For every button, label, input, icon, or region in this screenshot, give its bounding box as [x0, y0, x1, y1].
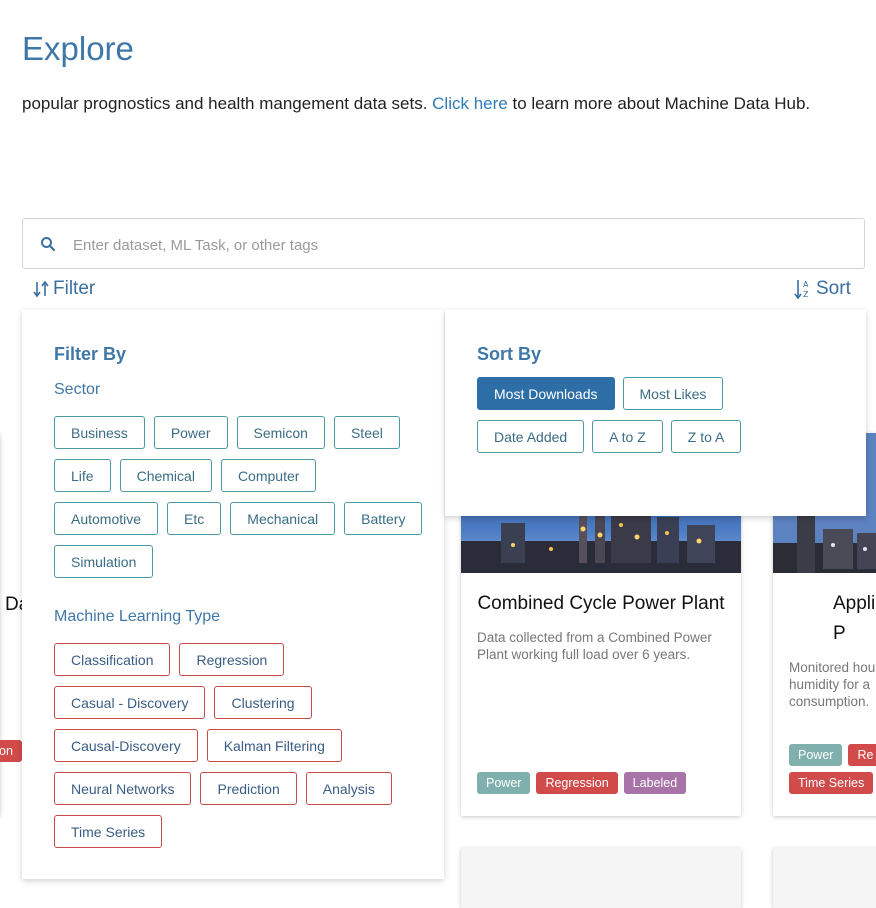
intro-text-start: popular prognostics and health mangement… — [22, 94, 433, 113]
sector-chip-business[interactable]: Business — [54, 416, 145, 449]
search-input[interactable] — [71, 229, 855, 261]
ml-chip-prediction[interactable]: Prediction — [200, 772, 297, 805]
sector-chip-group: Business Power Semicon Steel Life Chemic… — [54, 416, 424, 578]
intro-text-end: to learn more about Machine Data Hub. — [507, 94, 811, 113]
ml-chip-time-series[interactable]: Time Series — [54, 815, 163, 848]
svg-text:A: A — [803, 280, 809, 289]
filter-button[interactable]: Filter — [33, 278, 95, 300]
sector-chip-etc[interactable]: Etc — [167, 502, 222, 535]
sort-option-most-downloads[interactable]: Most Downloads — [477, 377, 615, 410]
sort-label: Sort — [816, 278, 851, 299]
search-icon — [41, 237, 56, 252]
card-tags: Power Re Time Series — [789, 744, 876, 794]
sort-option-most-likes[interactable]: Most Likes — [622, 377, 724, 410]
sort-option-a-to-z[interactable]: A to Z — [592, 420, 663, 453]
sector-chip-automotive[interactable]: Automotive — [54, 502, 159, 535]
ml-type-heading: Machine Learning Type — [54, 608, 221, 625]
card-tags: Power Regression Labeled — [477, 772, 731, 794]
sort-alpha-icon: A Z — [794, 280, 809, 300]
intro-text: popular prognostics and health mangement… — [22, 94, 810, 114]
tag-badge: Regression — [536, 772, 618, 794]
tag-badge: Labeled — [623, 772, 687, 794]
ml-chip-classification[interactable]: Classification — [54, 643, 171, 676]
card-title-partial: Appli P — [833, 593, 876, 644]
tag-badge: Power — [789, 744, 843, 766]
learn-more-link[interactable]: Click here — [432, 94, 508, 113]
sector-chip-chemical[interactable]: Chemical — [119, 459, 212, 492]
dataset-card[interactable] — [461, 848, 741, 908]
ml-chip-casual-discovery[interactable]: Casual - Discovery — [54, 686, 206, 719]
sector-chip-life[interactable]: Life — [54, 459, 111, 492]
search-bar[interactable] — [22, 218, 865, 269]
ml-chip-kalman-filtering[interactable]: Kalman Filtering — [206, 729, 342, 762]
sector-chip-battery[interactable]: Battery — [344, 502, 423, 535]
sector-chip-steel[interactable]: Steel — [333, 416, 400, 449]
ml-chip-neural-networks[interactable]: Neural Networks — [54, 772, 192, 805]
tag-badge: on — [0, 740, 22, 762]
sector-chip-mechanical[interactable]: Mechanical — [230, 502, 336, 535]
sector-chip-semicon[interactable]: Semicon — [236, 416, 325, 449]
sector-heading: Sector — [54, 381, 101, 398]
card-title: Combined Cycle Power Plant — [477, 593, 725, 614]
filter-by-heading: Filter By — [54, 344, 127, 364]
filter-sort-arrows-icon — [33, 280, 49, 298]
card-description-partial: Monitored hou humidity for a consumption… — [789, 660, 876, 709]
tag-badge: Re — [848, 744, 876, 766]
sort-option-date-added[interactable]: Date Added — [477, 420, 585, 453]
sector-chip-computer[interactable]: Computer — [220, 459, 317, 492]
tag-badge: Power — [477, 772, 531, 794]
sort-button[interactable]: A Z Sort — [794, 278, 851, 300]
ml-chip-regression[interactable]: Regression — [179, 643, 285, 676]
sort-panel: Sort By Most Downloads Most Likes Date A… — [445, 310, 866, 516]
svg-text:Z: Z — [803, 290, 809, 299]
sort-option-group: Most Downloads Most Likes Date Added A t… — [477, 377, 777, 453]
sort-option-z-to-a[interactable]: Z to A — [670, 420, 742, 453]
ml-chip-clustering[interactable]: Clustering — [214, 686, 312, 719]
ml-type-chip-group: Classification Regression Casual - Disco… — [54, 643, 424, 848]
sort-by-heading: Sort By — [477, 344, 542, 364]
sector-chip-simulation[interactable]: Simulation — [54, 545, 154, 578]
card-description: Data collected from a Combined Power Pla… — [477, 630, 712, 662]
dataset-card[interactable] — [773, 848, 876, 908]
ml-chip-causal-discovery[interactable]: Causal-Discovery — [54, 729, 198, 762]
ml-chip-analysis[interactable]: Analysis — [305, 772, 392, 805]
filter-panel: Filter By Sector Business Power Semicon … — [22, 310, 444, 879]
tag-badge: Time Series — [789, 772, 874, 794]
page-title: Explore — [22, 30, 134, 67]
filter-label: Filter — [53, 278, 96, 299]
sector-chip-power[interactable]: Power — [153, 416, 228, 449]
